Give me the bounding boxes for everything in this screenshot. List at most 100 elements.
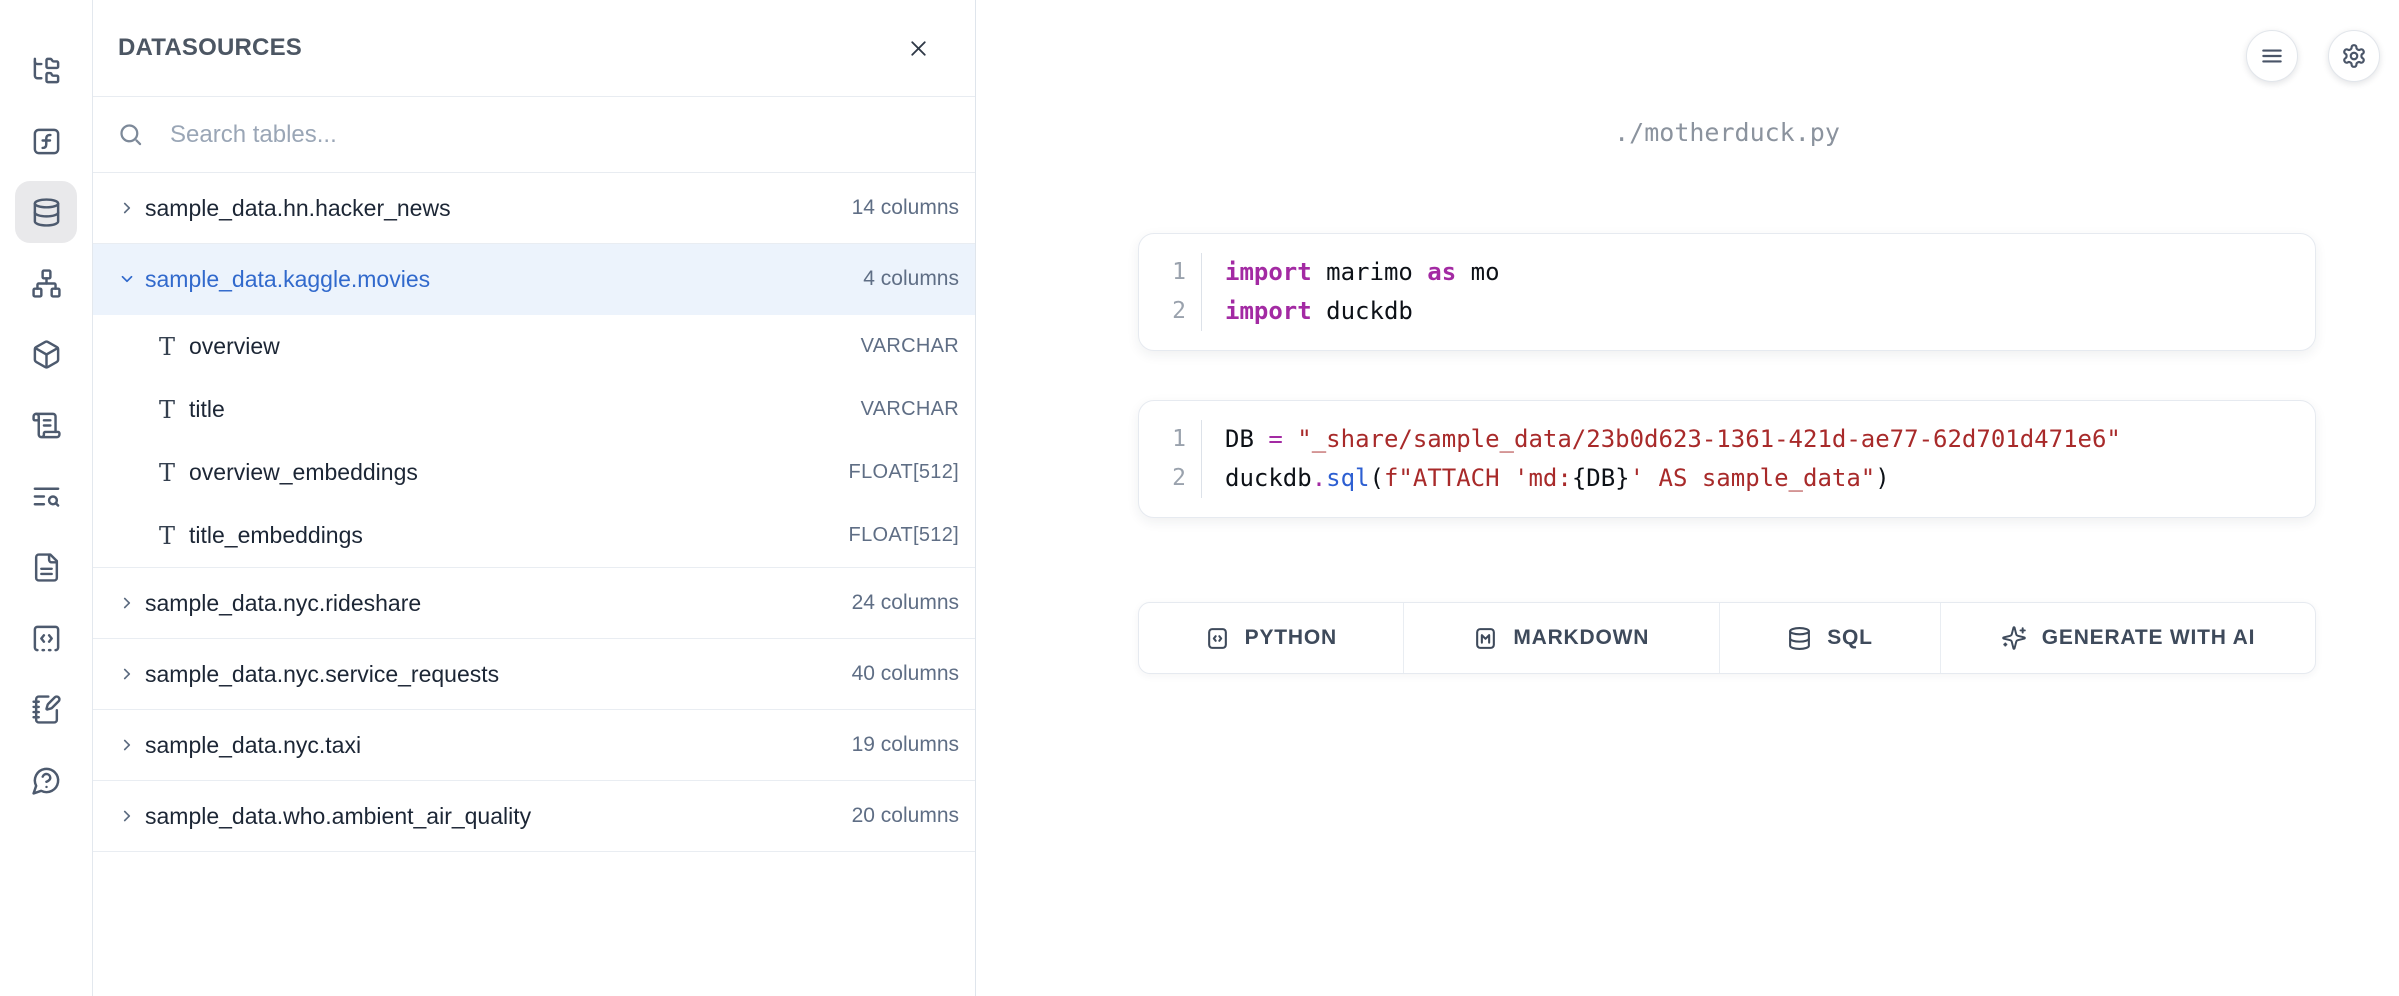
chevron-right-icon xyxy=(117,736,137,754)
rail-item-dependency-graph[interactable] xyxy=(15,252,77,314)
table-search-row xyxy=(93,97,975,173)
hamburger-menu-icon xyxy=(2259,43,2285,69)
notebook-menu-button[interactable] xyxy=(2246,30,2298,82)
column-row-overview-embeddings[interactable]: T overview_embeddings FLOAT[512] xyxy=(93,441,975,504)
rail-item-logs[interactable] xyxy=(15,394,77,456)
code-square-icon xyxy=(1205,626,1230,651)
code-token: import xyxy=(1225,258,1312,286)
code-token: ) xyxy=(1875,464,1889,492)
close-panel-button[interactable] xyxy=(905,35,931,61)
rail-item-documentation[interactable] xyxy=(15,536,77,598)
datasources-panel: DATASOURCES sample_data.hn.hacker_news 1… xyxy=(93,0,976,996)
column-type: VARCHAR xyxy=(861,398,959,421)
file-tree-icon xyxy=(31,55,62,86)
column-type: FLOAT[512] xyxy=(849,524,959,547)
table-name: sample_data.nyc.taxi xyxy=(145,732,852,759)
rail-item-snippets[interactable] xyxy=(15,607,77,669)
sparkles-icon xyxy=(2001,625,2027,651)
notebook-pane: ./motherduck.py 1 2 import marimo as mo … xyxy=(976,0,2399,996)
table-name: sample_data.hn.hacker_news xyxy=(145,195,852,222)
text-type-icon: T xyxy=(155,396,179,424)
app-window: DATASOURCES sample_data.hn.hacker_news 1… xyxy=(0,0,2399,996)
code-editor[interactable]: DB = "_share/sample_data/23b0d623-1361-4… xyxy=(1202,420,2315,498)
column-list-kaggle-movies: T overview VARCHAR T title VARCHAR T ove… xyxy=(93,315,975,568)
table-row-nyc-rideshare[interactable]: sample_data.nyc.rideshare 24 columns xyxy=(93,568,975,639)
function-square-icon xyxy=(31,126,62,157)
code-line: import duckdb xyxy=(1225,292,2315,331)
column-row-title-embeddings[interactable]: T title_embeddings FLOAT[512] xyxy=(93,504,975,567)
rail-item-outline[interactable] xyxy=(15,465,77,527)
add-markdown-cell-button[interactable]: MARKDOWN xyxy=(1404,603,1720,673)
database-icon xyxy=(1787,626,1812,651)
text-type-icon: T xyxy=(155,522,179,550)
chevron-right-icon xyxy=(117,807,137,825)
code-token: duckdb xyxy=(1225,464,1312,492)
table-row-nyc-service-requests[interactable]: sample_data.nyc.service_requests 40 colu… xyxy=(93,639,975,710)
column-name: overview_embeddings xyxy=(189,459,849,486)
column-row-overview[interactable]: T overview VARCHAR xyxy=(93,315,975,378)
line-numbers: 1 2 xyxy=(1139,420,1202,498)
table-column-count: 4 columns xyxy=(863,267,959,291)
table-row-kaggle-movies[interactable]: sample_data.kaggle.movies 4 columns xyxy=(93,244,975,315)
generate-with-ai-button[interactable]: GENERATE WITH AI xyxy=(1941,603,2315,673)
text-type-icon: T xyxy=(155,333,179,361)
code-token xyxy=(1283,425,1297,453)
rail-item-datasources[interactable] xyxy=(15,181,77,243)
code-token: ( xyxy=(1370,464,1384,492)
chevron-right-icon xyxy=(117,594,137,612)
table-name: sample_data.nyc.rideshare xyxy=(145,590,852,617)
code-token: {DB} xyxy=(1572,464,1630,492)
chevron-right-icon xyxy=(117,665,137,683)
help-chat-icon xyxy=(31,765,62,796)
search-icon xyxy=(117,121,144,148)
add-python-label: PYTHON xyxy=(1245,626,1337,650)
dependency-graph-icon xyxy=(31,268,62,299)
settings-button[interactable] xyxy=(2328,30,2380,82)
code-token: import xyxy=(1225,297,1312,325)
notebook-filename[interactable]: ./motherduck.py xyxy=(1138,116,2316,150)
line-number: 1 xyxy=(1139,253,1201,292)
column-name: title_embeddings xyxy=(189,522,849,549)
add-python-cell-button[interactable]: PYTHON xyxy=(1139,603,1404,673)
table-row-who-ambient-air-quality[interactable]: sample_data.who.ambient_air_quality 20 c… xyxy=(93,781,975,852)
code-token: as xyxy=(1427,258,1456,286)
search-tables-input[interactable] xyxy=(170,121,951,149)
rail-item-file-explorer[interactable] xyxy=(15,39,77,101)
rail-item-packages[interactable] xyxy=(15,323,77,385)
markdown-square-icon xyxy=(1473,626,1498,651)
table-column-count: 24 columns xyxy=(852,591,959,615)
code-token: . xyxy=(1312,464,1326,492)
code-token: DB xyxy=(1225,425,1268,453)
code-token: mo xyxy=(1456,258,1499,286)
tables-list: sample_data.hn.hacker_news 14 columns sa… xyxy=(93,173,975,996)
gear-icon xyxy=(2341,43,2367,69)
table-row-nyc-taxi[interactable]: sample_data.nyc.taxi 19 columns xyxy=(93,710,975,781)
code-token: "_share/sample_data/23b0d623-1361-421d-a… xyxy=(1297,425,2121,453)
code-token: f"ATTACH 'md: xyxy=(1384,464,1572,492)
code-editor[interactable]: import marimo as mo import duckdb xyxy=(1202,253,2315,331)
column-name: title xyxy=(189,396,861,423)
code-cell[interactable]: 1 2 import marimo as mo import duckdb xyxy=(1138,233,2316,351)
column-row-title[interactable]: T title VARCHAR xyxy=(93,378,975,441)
chevron-right-icon xyxy=(117,199,137,217)
table-row-hacker-news[interactable]: sample_data.hn.hacker_news 14 columns xyxy=(93,173,975,244)
datasources-database-icon xyxy=(31,197,62,228)
icon-rail xyxy=(0,0,93,996)
rail-item-help[interactable] xyxy=(15,749,77,811)
table-column-count: 14 columns xyxy=(852,196,959,220)
panel-title: DATASOURCES xyxy=(118,34,302,62)
table-of-contents-search-icon xyxy=(31,481,62,512)
code-cell[interactable]: 1 2 DB = "_share/sample_data/23b0d623-13… xyxy=(1138,400,2316,518)
rail-item-variables[interactable] xyxy=(15,110,77,172)
snippets-code-icon xyxy=(31,623,62,654)
add-cell-bar: PYTHON MARKDOWN SQL GENERATE WITH AI xyxy=(1138,602,2316,674)
table-name: sample_data.kaggle.movies xyxy=(145,266,863,293)
column-type: VARCHAR xyxy=(861,335,959,358)
column-type: FLOAT[512] xyxy=(849,461,959,484)
rail-item-scratchpad[interactable] xyxy=(15,678,77,740)
code-token: = xyxy=(1268,425,1282,453)
add-sql-cell-button[interactable]: SQL xyxy=(1720,603,1941,673)
code-token: ' AS sample_data" xyxy=(1630,464,1876,492)
line-number: 1 xyxy=(1139,420,1201,459)
panel-header: DATASOURCES xyxy=(93,0,975,97)
